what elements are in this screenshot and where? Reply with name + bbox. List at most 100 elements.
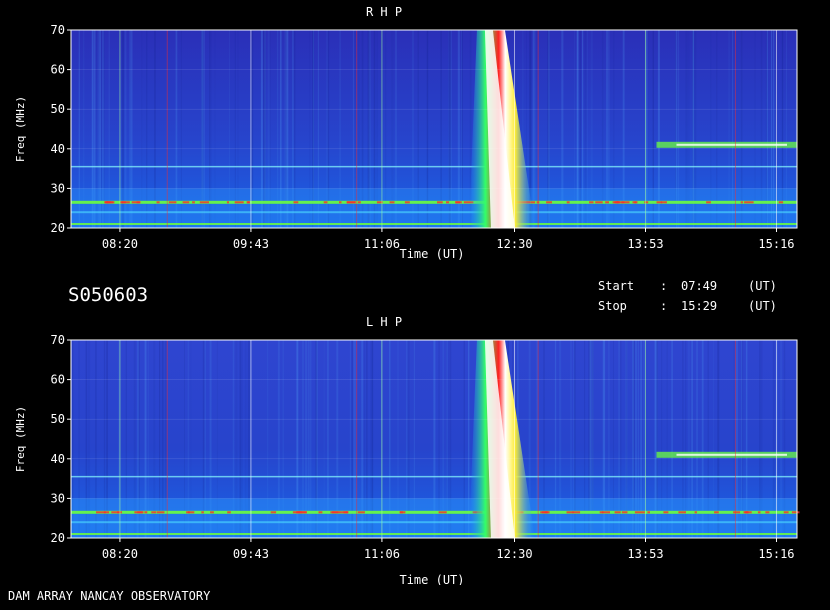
band-speckle [546, 201, 552, 204]
lhp-spectrogram: L H P 20 30 40 50 60 70 Freq (MHz) 08:20 09:43 11:… [14, 315, 800, 585]
band-speckle [210, 511, 214, 514]
band-speckle [182, 201, 190, 204]
x-tick-label: 09:43 [233, 237, 269, 251]
x-axis-label: Time (UT) [399, 573, 464, 585]
y-tick-label: 60 [51, 373, 65, 387]
x-tick-label: 12:30 [496, 237, 532, 251]
band-speckle [186, 511, 190, 514]
band-speckle [399, 511, 403, 514]
band-speckle [156, 201, 160, 204]
band-speckle [714, 511, 719, 514]
band-speckle [757, 511, 761, 514]
band-speckle [605, 201, 609, 204]
band-speckle [621, 511, 628, 514]
band-speckle [357, 511, 365, 514]
start-unit: (UT) [748, 279, 777, 293]
start-sep: : [660, 279, 668, 293]
x-tick-label: 11:06 [364, 237, 400, 251]
rhp-spectrogram: R H P 20 30 40 50 60 70 Freq (MHz) 08:20 09:43 11:… [14, 5, 798, 260]
band-speckle [156, 511, 165, 514]
start-time: 07:49 [681, 279, 718, 293]
band-speckle [234, 201, 244, 204]
y-tick-label: 20 [51, 221, 65, 235]
band-speckle [318, 511, 323, 514]
band-speckle [151, 511, 157, 514]
band-speckle [227, 511, 231, 514]
band-speckle [455, 201, 460, 204]
chart-title: L H P [366, 315, 402, 329]
band-speckle [339, 201, 342, 204]
band-speckle [446, 201, 450, 204]
band-speckle [783, 511, 789, 514]
y-tick-label: 50 [51, 412, 65, 426]
y-tick-label: 30 [51, 181, 65, 195]
band-speckle [566, 201, 570, 204]
band-speckle [226, 201, 229, 204]
band-speckle [199, 201, 209, 204]
band-line [71, 211, 797, 214]
x-tick-label: 08:20 [102, 547, 138, 561]
x-tick-label: 12:30 [496, 547, 532, 561]
band-speckle [293, 201, 299, 204]
band-speckle [678, 511, 686, 514]
low-band-glow [71, 498, 797, 538]
band-speckle [614, 511, 621, 514]
band-speckle [339, 511, 347, 514]
band-speckle [333, 511, 341, 514]
x-tick-label: 13:53 [627, 237, 663, 251]
band-speckle [566, 511, 574, 514]
y-tick-label: 40 [51, 142, 65, 156]
y-tick-label: 60 [51, 63, 65, 77]
band-speckle [323, 201, 328, 204]
band-speckle [663, 511, 669, 514]
station-id: S050603 [68, 284, 149, 306]
band-speckle [437, 201, 443, 204]
band-41mhz-core [676, 143, 787, 146]
band-speckle [647, 511, 650, 514]
band-speckle [656, 201, 663, 204]
band-speckle [634, 511, 645, 514]
band-speckle [589, 201, 594, 204]
band-speckle [357, 201, 361, 204]
band-speckle [632, 201, 638, 204]
band-speckle [744, 201, 754, 204]
band-speckle [404, 201, 410, 204]
x-tick-label: 15:16 [758, 547, 794, 561]
band-speckle [614, 201, 620, 204]
band-speckle [137, 511, 143, 514]
band-line [71, 475, 797, 478]
band-speckle [296, 511, 306, 514]
band-line [71, 521, 797, 524]
band-speckle [740, 201, 743, 204]
band-speckle [791, 511, 800, 514]
y-tick-label: 40 [51, 452, 65, 466]
band-speckle [270, 511, 277, 514]
y-tick-label: 20 [51, 531, 65, 545]
y-tick-label: 70 [51, 23, 65, 37]
low-band-glow [71, 188, 797, 228]
band-speckle [765, 511, 770, 514]
band-speckle [103, 511, 110, 514]
band-speckle [144, 511, 148, 514]
band-speckle [778, 201, 784, 204]
band-speckle [545, 511, 550, 514]
band-speckle [330, 511, 334, 514]
y-axis-label: Freq (MHz) [14, 96, 27, 162]
band-line [71, 200, 797, 204]
x-tick-label: 13:53 [627, 547, 663, 561]
footer-observatory: DAM ARRAY NANCAY OBSERVATORY [8, 589, 211, 603]
start-label: Start [598, 279, 635, 293]
band-speckle [201, 511, 204, 514]
band-speckle [120, 201, 124, 204]
band-speckle [733, 511, 741, 514]
band-speckle [601, 511, 610, 514]
x-tick-label: 08:20 [102, 237, 138, 251]
x-tick-label: 09:43 [233, 547, 269, 561]
band-line [71, 165, 797, 168]
y-axis-label: Freq (MHz) [14, 406, 27, 472]
band-speckle [246, 201, 250, 204]
band-speckle [438, 511, 447, 514]
band-speckle [106, 201, 115, 204]
x-tick-label: 15:16 [758, 237, 794, 251]
band-speckle [346, 201, 356, 204]
